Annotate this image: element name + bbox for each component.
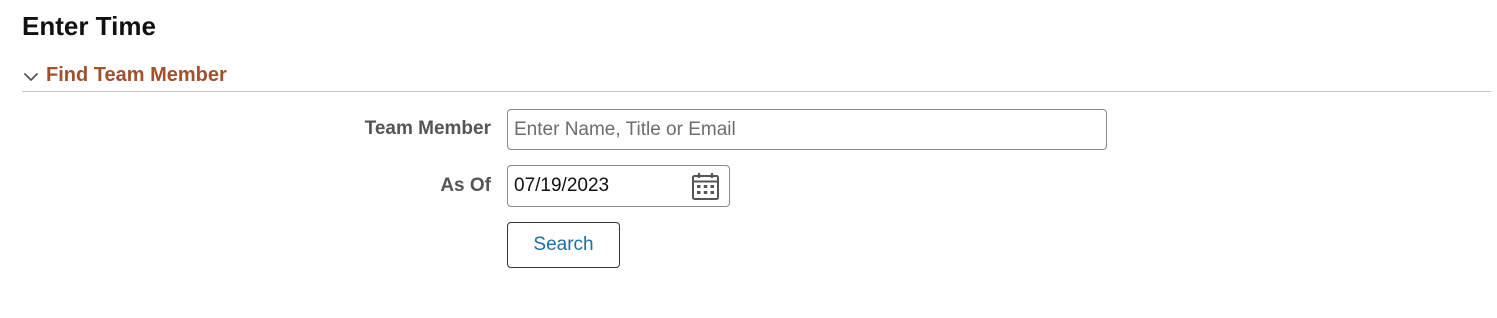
section-title[interactable]: Find Team Member [46, 60, 227, 90]
as-of-date-field [507, 165, 730, 207]
team-member-label: Team Member [364, 118, 491, 139]
page-title: Enter Time [22, 11, 156, 41]
as-of-date-input[interactable] [508, 166, 683, 206]
as-of-label: As Of [440, 175, 491, 196]
calendar-icon[interactable] [691, 172, 720, 201]
find-team-member-section-header[interactable]: Find Team Member [22, 60, 1491, 92]
team-member-input[interactable] [507, 109, 1107, 150]
search-button[interactable]: Search [507, 222, 620, 268]
chevron-down-icon[interactable] [22, 68, 40, 86]
